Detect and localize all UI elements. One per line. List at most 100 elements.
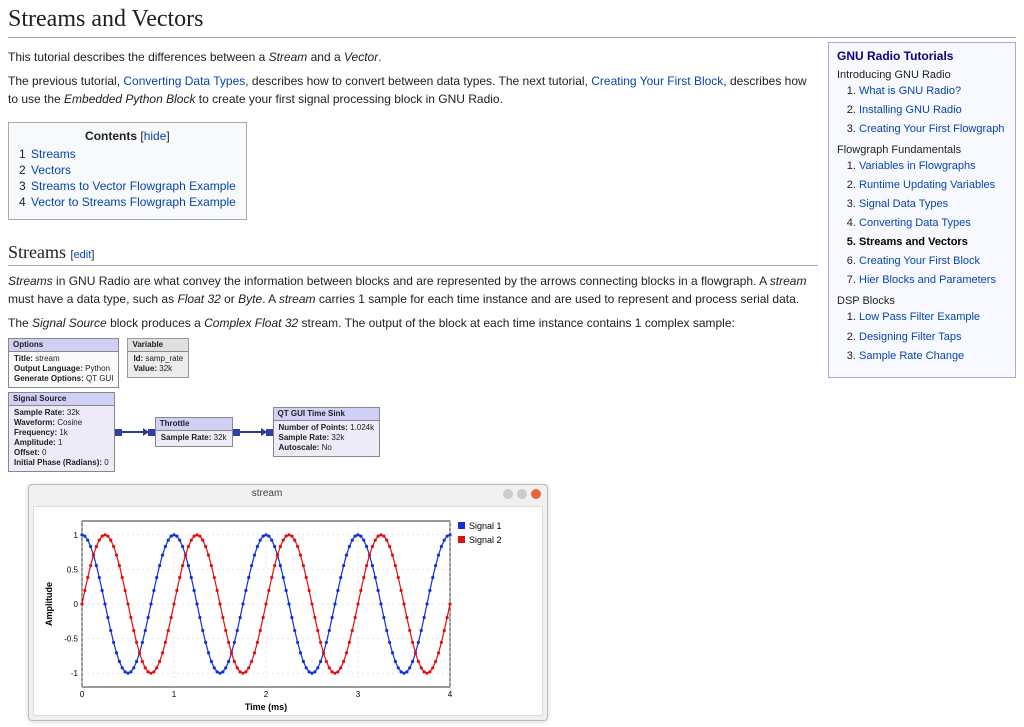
- plot-area: 01234-1-0.500.51Time (ms)AmplitudeSignal…: [33, 506, 543, 716]
- nav-group-heading: Flowgraph Fundamentals: [837, 144, 1007, 156]
- block-param: Value: 32k: [133, 364, 183, 374]
- toc-number: 3: [19, 179, 26, 193]
- text: .: [378, 50, 381, 64]
- flowgraph-diagram: Options Title: streamOutput Language: Py…: [8, 338, 818, 472]
- nav-item[interactable]: Low Pass Filter Example: [859, 309, 1007, 326]
- block-title: Variable: [128, 339, 188, 352]
- svg-text:0: 0: [74, 600, 79, 609]
- text: , describes how to convert between data …: [245, 74, 591, 88]
- nav-link[interactable]: What is GNU Radio?: [859, 85, 961, 97]
- block-param: Output Language: Python: [14, 364, 113, 374]
- block-title: Options: [9, 339, 118, 352]
- link-prev-tutorial[interactable]: Converting Data Types: [123, 74, 245, 88]
- em: Streams: [8, 274, 53, 288]
- toc-hide-link[interactable]: hide: [144, 129, 167, 143]
- nav-link[interactable]: Signal Data Types: [859, 198, 948, 210]
- nav-item[interactable]: Creating Your First Flowgraph: [859, 121, 1007, 138]
- maximize-icon[interactable]: [517, 489, 527, 499]
- term-vector: Vector: [344, 50, 378, 64]
- nav-link[interactable]: Low Pass Filter Example: [859, 311, 980, 323]
- nav-item[interactable]: What is GNU Radio?: [859, 83, 1007, 100]
- svg-text:4: 4: [448, 690, 453, 699]
- block-param: Generate Options: QT GUI: [14, 374, 113, 384]
- svg-text:2: 2: [264, 690, 269, 699]
- svg-text:0.5: 0.5: [67, 565, 79, 574]
- nav-link[interactable]: Creating Your First Block: [859, 255, 980, 267]
- nav-item[interactable]: Hier Blocks and Parameters: [859, 272, 1007, 289]
- port-icon: [233, 429, 240, 436]
- block-signal-source: Signal Source Sample Rate: 32kWaveform: …: [8, 392, 115, 472]
- time-sink-chart: 01234-1-0.500.51Time (ms)AmplitudeSignal…: [40, 513, 540, 713]
- block-title: Signal Source: [9, 393, 114, 406]
- em: stream: [279, 292, 316, 306]
- svg-text:1: 1: [74, 531, 79, 540]
- svg-text:Signal 1: Signal 1: [469, 521, 502, 531]
- text: This tutorial describes the differences …: [8, 50, 269, 64]
- block-body: Id: samp_rateValue: 32k: [133, 354, 183, 374]
- nav-link[interactable]: Hier Blocks and Parameters: [859, 274, 996, 286]
- text: or: [221, 292, 238, 306]
- block-param: Autoscale: No: [279, 443, 375, 453]
- nav-item[interactable]: Designing Filter Taps: [859, 329, 1007, 346]
- block-param: Waveform: Cosine: [14, 418, 109, 428]
- text: to create your first signal processing b…: [195, 92, 502, 106]
- nav-link[interactable]: Converting Data Types: [859, 217, 971, 229]
- close-icon[interactable]: [531, 489, 541, 499]
- em: Complex Float 32: [204, 316, 298, 330]
- nav-link[interactable]: Designing Filter Taps: [859, 331, 962, 343]
- block-param: Sample Rate: 32k: [14, 408, 109, 418]
- nav-item[interactable]: Converting Data Types: [859, 215, 1007, 232]
- nav-item[interactable]: Variables in Flowgraphs: [859, 158, 1007, 175]
- nav-item[interactable]: Installing GNU Radio: [859, 102, 1007, 119]
- toc-number: 4: [19, 195, 26, 209]
- intro-paragraph-1: This tutorial describes the differences …: [8, 48, 818, 66]
- toc-toggle: [hide]: [140, 129, 169, 143]
- nav-link[interactable]: Creating Your First Flowgraph: [859, 123, 1005, 135]
- nav-item[interactable]: Runtime Updating Variables: [859, 177, 1007, 194]
- term-stream: Stream: [269, 50, 308, 64]
- plot-window: stream 01234-1-0.500.51Time (ms)Amplitud…: [28, 484, 548, 721]
- toc-item: 4 Vector to Streams Flowgraph Example: [19, 195, 236, 209]
- arrow-icon: [240, 431, 266, 433]
- text: in GNU Radio are what convey the informa…: [53, 274, 770, 288]
- table-of-contents: Contents [hide] 1 Streams2 Vectors3 Stre…: [8, 122, 247, 220]
- intro-paragraph-2: The previous tutorial, Converting Data T…: [8, 72, 818, 108]
- svg-text:Time (ms): Time (ms): [245, 702, 287, 712]
- nav-link[interactable]: Installing GNU Radio: [859, 104, 962, 116]
- toc-item: 3 Streams to Vector Flowgraph Example: [19, 179, 236, 193]
- nav-item[interactable]: Streams and Vectors: [859, 234, 1007, 251]
- block-throttle: Throttle Sample Rate: 32k: [155, 417, 233, 447]
- nav-link[interactable]: Runtime Updating Variables: [859, 179, 995, 191]
- toc-number: 2: [19, 163, 26, 177]
- svg-text:3: 3: [356, 690, 361, 699]
- nav-item[interactable]: Signal Data Types: [859, 196, 1007, 213]
- nav-link[interactable]: Sample Rate Change: [859, 350, 964, 362]
- svg-text:-0.5: -0.5: [64, 635, 78, 644]
- block-time-sink: QT GUI Time Sink Number of Points: 1.024…: [273, 407, 381, 457]
- minimize-icon[interactable]: [503, 489, 513, 499]
- edit-section-link[interactable]: edit: [74, 249, 92, 261]
- block-title: QT GUI Time Sink: [274, 408, 380, 421]
- svg-text:1: 1: [172, 690, 177, 699]
- toc-link[interactable]: Streams to Vector Flowgraph Example: [31, 179, 236, 193]
- toc-link[interactable]: Vector to Streams Flowgraph Example: [31, 195, 236, 209]
- nav-group-heading: DSP Blocks: [837, 295, 1007, 307]
- link-next-tutorial[interactable]: Creating Your First Block: [591, 74, 723, 88]
- toc-link[interactable]: Vectors: [31, 163, 71, 177]
- toc-link[interactable]: Streams: [31, 147, 76, 161]
- nav-item[interactable]: Sample Rate Change: [859, 348, 1007, 365]
- port-icon: [266, 429, 273, 436]
- block-body: Title: streamOutput Language: PythonGene…: [14, 354, 113, 384]
- nav-group-heading: Introducing GNU Radio: [837, 69, 1007, 81]
- nav-link[interactable]: Variables in Flowgraphs: [859, 160, 976, 172]
- tutorial-navbox: GNU Radio Tutorials Introducing GNU Radi…: [828, 42, 1016, 378]
- term-epb: Embedded Python Block: [64, 92, 195, 106]
- block-param: Id: samp_rate: [133, 354, 183, 364]
- toc-number: 1: [19, 147, 26, 161]
- block-param: Sample Rate: 32k: [161, 433, 227, 443]
- nav-item[interactable]: Creating Your First Block: [859, 253, 1007, 270]
- heading-text: Streams: [8, 242, 66, 262]
- section-heading-streams: Streams [edit]: [8, 242, 818, 266]
- em: Byte: [238, 292, 262, 306]
- window-titlebar: stream: [29, 485, 547, 502]
